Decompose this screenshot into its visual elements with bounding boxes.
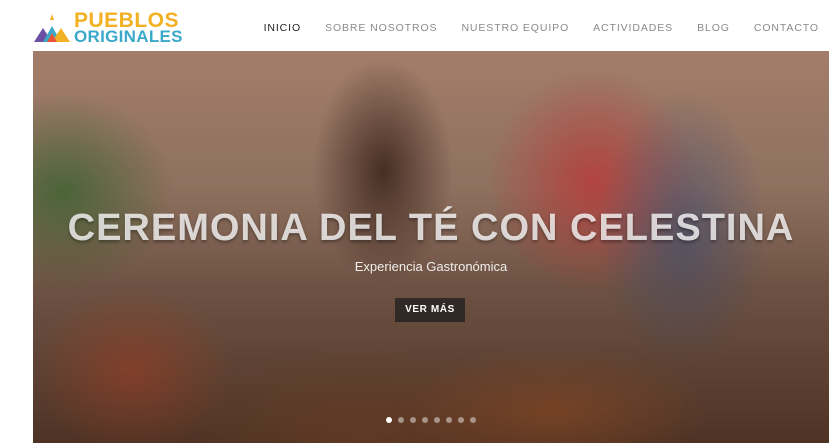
slider-dot[interactable] [398, 417, 404, 423]
ver-mas-button[interactable]: VER MÁS [395, 298, 465, 322]
nav-blog[interactable]: BLOG [697, 21, 730, 35]
slider-dot[interactable] [446, 417, 452, 423]
slider-dots [33, 417, 829, 423]
logo-line-2: ORIGINALES [74, 27, 183, 46]
slider-dot[interactable] [434, 417, 440, 423]
slide-subtitle: Experiencia Gastronómica [354, 259, 508, 274]
slider-dot[interactable] [458, 417, 464, 423]
slide-title: CEREMONIA DEL TÉ CON CELESTINA [67, 207, 795, 249]
header: PUEBLOS ORIGINALES INICIO SOBRE NOSOTROS… [0, 0, 837, 51]
nav-contacto[interactable]: CONTACTO [754, 21, 819, 35]
page: PUEBLOS ORIGINALES INICIO SOBRE NOSOTROS… [0, 0, 837, 446]
slider-dot[interactable] [422, 417, 428, 423]
hero-slider[interactable]: CEREMONIA DEL TÉ CON CELESTINA Experienc… [33, 51, 829, 443]
nav-actividades[interactable]: ACTIVIDADES [593, 21, 673, 35]
site-logo[interactable]: PUEBLOS ORIGINALES [34, 10, 184, 50]
mountains-logo-icon [34, 14, 70, 42]
nav-inicio[interactable]: INICIO [264, 21, 302, 35]
slider-dot[interactable] [386, 417, 392, 423]
nav-nuestro-equipo[interactable]: NUESTRO EQUIPO [461, 21, 569, 35]
slider-dot[interactable] [470, 417, 476, 423]
main-nav: INICIO SOBRE NOSOTROS NUESTRO EQUIPO ACT… [240, 21, 819, 35]
slider-dot[interactable] [410, 417, 416, 423]
nav-sobre-nosotros[interactable]: SOBRE NOSOTROS [325, 21, 437, 35]
